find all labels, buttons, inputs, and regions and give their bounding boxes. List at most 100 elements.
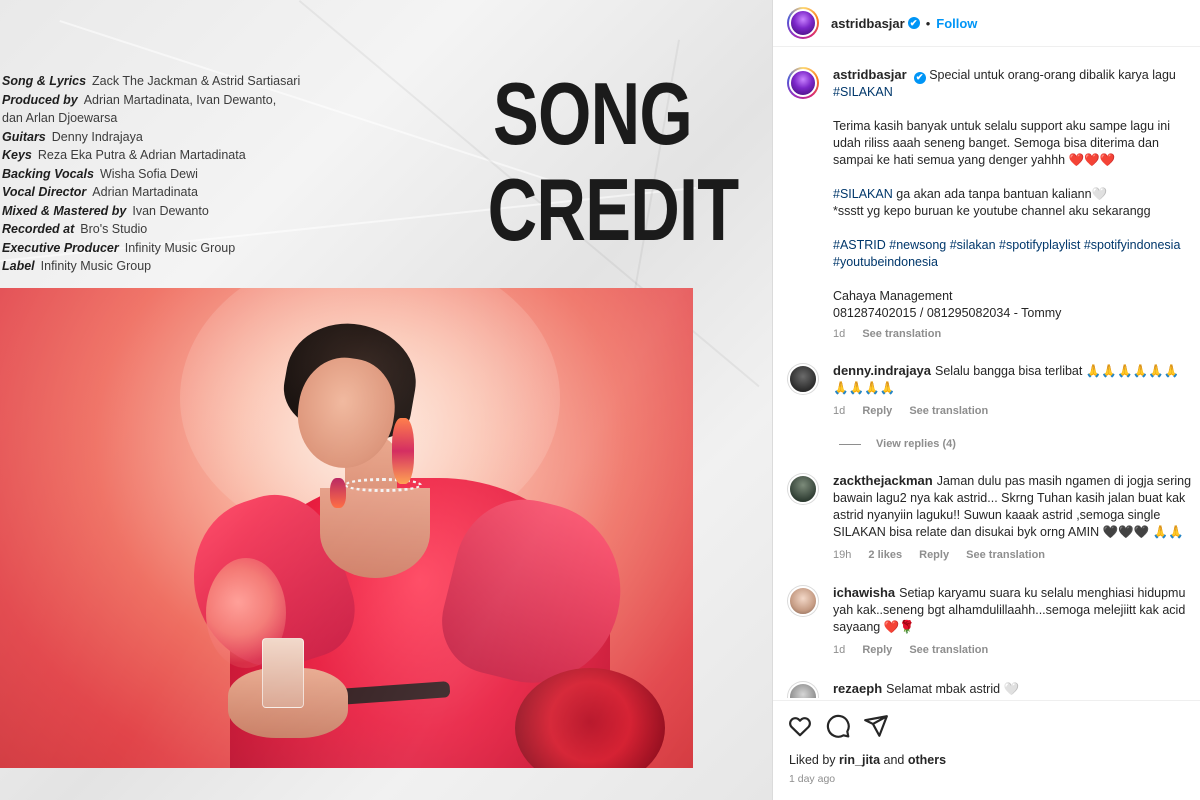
song-credit-title: SONG CREDIT [487,66,740,259]
comment-time[interactable]: 1d [833,405,845,417]
caption-text: 081287402015 / 081295082034 - Tommy [833,306,1062,320]
credit-role: Recorded at [2,222,75,236]
caption-text: Terima kasih banyak untuk selalu support… [833,119,1170,167]
liked-by-user[interactable]: rin_jita [839,753,880,767]
comment-time[interactable]: 1d [833,644,845,656]
caption-body: astridbasjar ✔ Special untuk orang-orang … [833,66,1197,343]
credit-role: Keys [2,148,32,162]
caption-meta: 1d See translation [833,326,1197,343]
post-side-panel: astridbasjar ✔ • Follow astridbasjar ✔ Sp… [772,0,1200,800]
avatar[interactable] [787,363,819,395]
comment-body: denny.indrajaya Selalu bangga bisa terlib… [833,362,1193,420]
hashtag-list[interactable]: #ASTRID #newsong #silakan #spotifyplayli… [833,237,1197,271]
comment-meta: 19h 2 likes Reply See translation [833,547,1193,564]
credit-name: Ivan Dewanto [132,203,209,218]
post-caption: astridbasjar ✔ Special untuk orang-orang … [787,66,1197,343]
caption-text: *ssstt yg kepo buruan ke youtube channel… [833,204,1151,218]
caption-username[interactable]: astridbasjar [833,67,907,82]
comment-body: rezaeph Selamat mbak astrid 🤍 [833,680,1193,698]
post-header: astridbasjar ✔ • Follow [773,0,1200,47]
song-credits-list: Song & Lyrics Zack The Jackman & Astrid S… [2,72,332,276]
hashtag-link[interactable]: #SILAKAN [833,187,893,201]
avatar-image [788,364,818,394]
separator-dot: • [925,15,931,31]
credit-name: Zack The Jackman & Astrid Sartiasari [92,74,301,88]
see-translation-button[interactable]: See translation [909,644,988,656]
credit-name: Infinity Music Group [40,259,152,273]
credit-role: Backing Vocals [2,166,94,181]
liked-by-and: and [883,753,905,767]
avatar[interactable] [787,473,819,505]
verified-badge-icon: ✔ [913,71,926,84]
post-image[interactable]: Song & Lyrics Zack The Jackman & Astrid S… [0,0,772,800]
share-icon[interactable] [863,713,889,739]
credit-role: Vocal Director [2,185,87,199]
comments-list[interactable]: astridbasjar ✔ Special untuk orang-orang … [773,48,1200,698]
credit-name: Adrian Martadinata, Ivan Dewanto, [83,92,277,107]
follow-button[interactable]: Follow [936,16,977,31]
comment-item: zackthejackman Jaman dulu pas masih ngame… [787,472,1197,564]
see-translation-button[interactable]: See translation [966,549,1045,561]
liked-by-text: Liked by rin_jita and others [789,753,946,767]
credit-row: Produced by Adrian Martadinata, Ivan Dewa… [2,91,332,128]
heart-icon[interactable] [787,713,813,739]
credit-row: Guitars Denny Indrajaya [2,128,332,147]
credit-role: Guitars [2,129,46,144]
comment-item: denny.indrajaya Selalu bangga bisa terlib… [787,362,1197,420]
reply-button[interactable]: Reply [862,405,892,417]
comment-username[interactable]: ichawisha [833,585,895,600]
view-replies-button[interactable]: View replies (4) [839,438,956,450]
avatar-image [789,69,817,97]
comment-icon[interactable] [825,713,851,739]
see-translation-button[interactable]: See translation [862,328,941,340]
hashtag-link[interactable]: #SILAKAN [833,85,893,99]
header-username[interactable]: astridbasjar [831,16,905,31]
comment-likes-count[interactable]: 2 likes [868,549,902,561]
avatar[interactable] [787,67,819,99]
credit-role: Mixed & Mastered by [2,203,127,218]
credit-row: Recorded at Bro's Studio [2,220,332,239]
credit-name: Wisha Sofia Dewi [99,166,198,181]
avatar-image [788,586,818,616]
avatar-image [788,682,818,698]
avatar[interactable] [787,7,819,39]
credit-row: Executive Producer Infinity Music Group [2,239,332,258]
comment-username[interactable]: zackthejackman [833,473,933,488]
avatar-image [788,474,818,504]
post-timestamp[interactable]: 1 day ago [789,773,835,785]
credit-name: Adrian Martadinata [92,185,198,199]
credit-row: Song & Lyrics Zack The Jackman & Astrid S… [2,72,332,91]
comment-text: Selamat mbak astrid 🤍 [886,682,1020,696]
caption-text: ga akan ada tanpa bantuan kaliann🤍 [892,187,1108,201]
caption-time[interactable]: 1d [833,328,845,340]
comment-item: ichawisha Setiap karyamu suara ku selalu … [787,584,1197,659]
avatar-image [789,9,817,37]
post-actions-bar: Liked by rin_jita and others 1 day ago [773,700,1200,800]
credit-name: Infinity Music Group [124,240,236,255]
see-translation-button[interactable]: See translation [909,405,988,417]
credit-role: Song & Lyrics [2,74,87,88]
avatar[interactable] [787,585,819,617]
credit-role: Label [2,259,35,273]
credit-name: dan Arlan Djoewarsa [2,111,118,125]
credit-role: Produced by [2,92,78,107]
comment-body: ichawisha Setiap karyamu suara ku selalu … [833,584,1193,659]
comment-username[interactable]: rezaeph [833,681,882,696]
comment-item: rezaeph Selamat mbak astrid 🤍 [787,680,1197,698]
reply-button[interactable]: Reply [862,644,892,656]
divider [839,443,861,445]
credit-row: Backing Vocals Wisha Sofia Dewi [2,165,332,184]
credit-row: Label Infinity Music Group [2,257,332,276]
liked-by-others[interactable]: others [908,753,946,767]
credit-row: Vocal Director Adrian Martadinata [2,183,332,202]
comment-time[interactable]: 19h [833,549,851,561]
liked-by-prefix: Liked by [789,753,836,767]
reply-button[interactable]: Reply [919,549,949,561]
comment-meta: 1d Reply See translation [833,403,1193,420]
title-line: CREDIT [487,160,740,259]
credit-name: Denny Indrajaya [51,129,143,144]
comment-username[interactable]: denny.indrajaya [833,363,931,378]
credit-row: Keys Reza Eka Putra & Adrian Martadinata [2,146,332,165]
avatar[interactable] [787,681,819,698]
verified-badge-icon: ✔ [907,17,920,29]
